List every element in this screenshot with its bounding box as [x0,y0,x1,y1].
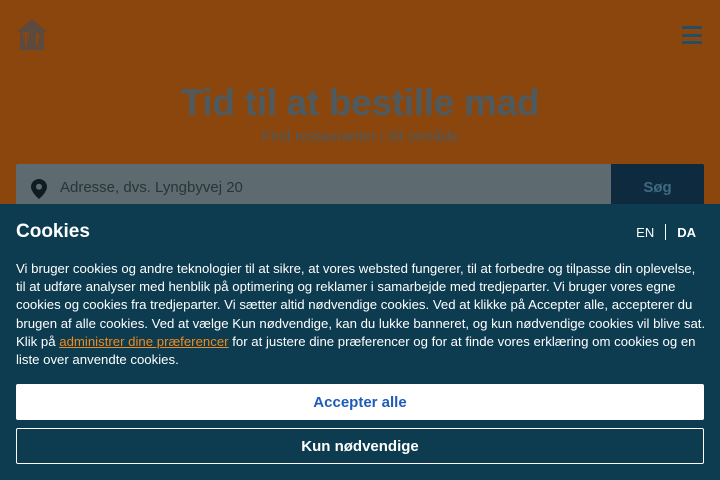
logo-icon[interactable] [16,18,48,52]
accept-all-button[interactable]: Accepter alle [16,384,704,420]
language-switcher: EN DA [636,223,696,241]
language-en[interactable]: EN [636,225,654,240]
top-bar [0,0,720,72]
hero-subtitle: Find restauranter i dit område [261,128,459,145]
cookie-description: Vi bruger cookies og andre teknologier t… [16,260,706,369]
necessary-only-button[interactable]: Kun nødvendige [16,428,704,464]
location-pin-icon [31,179,47,199]
cookie-banner: Cookies EN DA Vi bruger cookies og andre… [0,204,720,480]
menu-line [682,41,702,44]
menu-line [682,26,702,29]
cookie-title: Cookies [16,221,90,242]
hamburger-menu-icon[interactable] [682,26,702,44]
language-divider [665,224,667,240]
hero-title: Tid til at bestille mad [180,82,540,123]
menu-line [682,33,702,37]
manage-preferences-link[interactable]: administrer dine præferencer [59,334,228,349]
language-da[interactable]: DA [677,225,696,240]
